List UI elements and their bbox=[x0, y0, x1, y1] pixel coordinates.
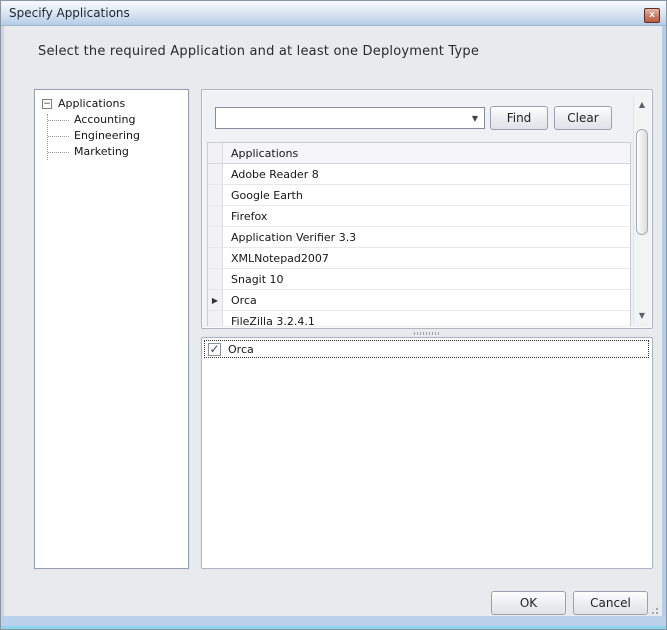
horizontal-splitter[interactable] bbox=[201, 329, 653, 337]
chevron-down-icon[interactable]: ▼ bbox=[472, 114, 478, 123]
table-row[interactable]: FileZilla 3.2.4.1 bbox=[208, 311, 630, 326]
close-icon[interactable]: x bbox=[644, 8, 660, 23]
clear-button[interactable]: Clear bbox=[554, 106, 612, 130]
ok-button[interactable]: OK bbox=[491, 591, 566, 615]
app-name-cell: Orca bbox=[223, 290, 257, 310]
window-frame-bottom bbox=[1, 616, 666, 626]
checkbox-checked-icon[interactable]: ✓ bbox=[208, 343, 221, 356]
row-selector bbox=[208, 269, 223, 289]
window-frame-accent bbox=[1, 626, 666, 629]
tree-node-accounting[interactable]: Accounting bbox=[35, 112, 188, 128]
window-title: Specify Applications bbox=[9, 6, 130, 20]
table-header-row: Applications bbox=[208, 143, 630, 164]
applications-tree-panel: − Applications Accounting Engineering Ma… bbox=[34, 89, 189, 569]
table-row[interactable]: Adobe Reader 8 bbox=[208, 164, 630, 185]
app-name-cell: Adobe Reader 8 bbox=[223, 164, 319, 184]
window-frame-right bbox=[662, 26, 666, 616]
table-row-current[interactable]: ▶ Orca bbox=[208, 290, 630, 311]
search-combo-input[interactable]: ▼ bbox=[215, 107, 485, 129]
tree-child-label: Engineering bbox=[74, 129, 140, 142]
scroll-up-icon[interactable]: ▲ bbox=[634, 100, 650, 109]
table-row[interactable]: Google Earth bbox=[208, 185, 630, 206]
row-selector bbox=[208, 164, 223, 184]
scroll-down-icon[interactable]: ▼ bbox=[634, 311, 650, 320]
tree-node-marketing[interactable]: Marketing bbox=[35, 144, 188, 160]
title-bar: Specify Applications x bbox=[1, 1, 666, 26]
deployment-types-list: ✓ Orca bbox=[201, 337, 653, 569]
table-row[interactable]: XMLNotepad2007 bbox=[208, 248, 630, 269]
resize-grip-icon[interactable] bbox=[648, 604, 659, 615]
app-name-cell: XMLNotepad2007 bbox=[223, 248, 329, 268]
app-name-cell: Application Verifier 3.3 bbox=[223, 227, 356, 247]
row-selector bbox=[208, 185, 223, 205]
tree-collapse-icon[interactable]: − bbox=[42, 99, 52, 109]
window-frame-left bbox=[1, 26, 4, 616]
row-selector bbox=[208, 227, 223, 247]
deployment-item-label: Orca bbox=[221, 343, 254, 356]
row-selector-header bbox=[208, 143, 223, 163]
specify-applications-dialog: Specify Applications x Select the requir… bbox=[0, 0, 667, 630]
table-row[interactable]: Application Verifier 3.3 bbox=[208, 227, 630, 248]
vertical-scrollbar[interactable]: ▲ ▼ bbox=[633, 97, 650, 323]
splitter-grip-icon bbox=[414, 332, 440, 335]
tree-root-label: Applications bbox=[58, 97, 125, 110]
current-row-pointer-icon: ▶ bbox=[208, 290, 223, 310]
applications-table: Applications Adobe Reader 8 Google Earth… bbox=[207, 142, 631, 326]
app-name-cell: Google Earth bbox=[223, 185, 303, 205]
app-name-cell: Firefox bbox=[223, 206, 267, 226]
tree-child-label: Accounting bbox=[74, 113, 135, 126]
row-selector bbox=[208, 248, 223, 268]
cancel-button[interactable]: Cancel bbox=[573, 591, 648, 615]
table-row[interactable]: Snagit 10 bbox=[208, 269, 630, 290]
column-header-applications: Applications bbox=[223, 143, 298, 163]
tree-node-applications[interactable]: − Applications bbox=[35, 96, 188, 112]
deployment-item-orca[interactable]: ✓ Orca bbox=[204, 340, 649, 358]
scrollbar-thumb[interactable] bbox=[636, 129, 648, 235]
table-row[interactable]: Firefox bbox=[208, 206, 630, 227]
row-selector bbox=[208, 206, 223, 226]
tree-node-engineering[interactable]: Engineering bbox=[35, 128, 188, 144]
row-selector bbox=[208, 311, 223, 326]
instruction-text: Select the required Application and at l… bbox=[38, 44, 479, 59]
tree-child-label: Marketing bbox=[74, 145, 129, 158]
find-button[interactable]: Find bbox=[490, 106, 548, 130]
app-name-cell: Snagit 10 bbox=[223, 269, 284, 289]
app-name-cell: FileZilla 3.2.4.1 bbox=[223, 311, 315, 326]
applications-group: ▼ Find Clear Applications Adobe Reader 8… bbox=[201, 89, 653, 329]
